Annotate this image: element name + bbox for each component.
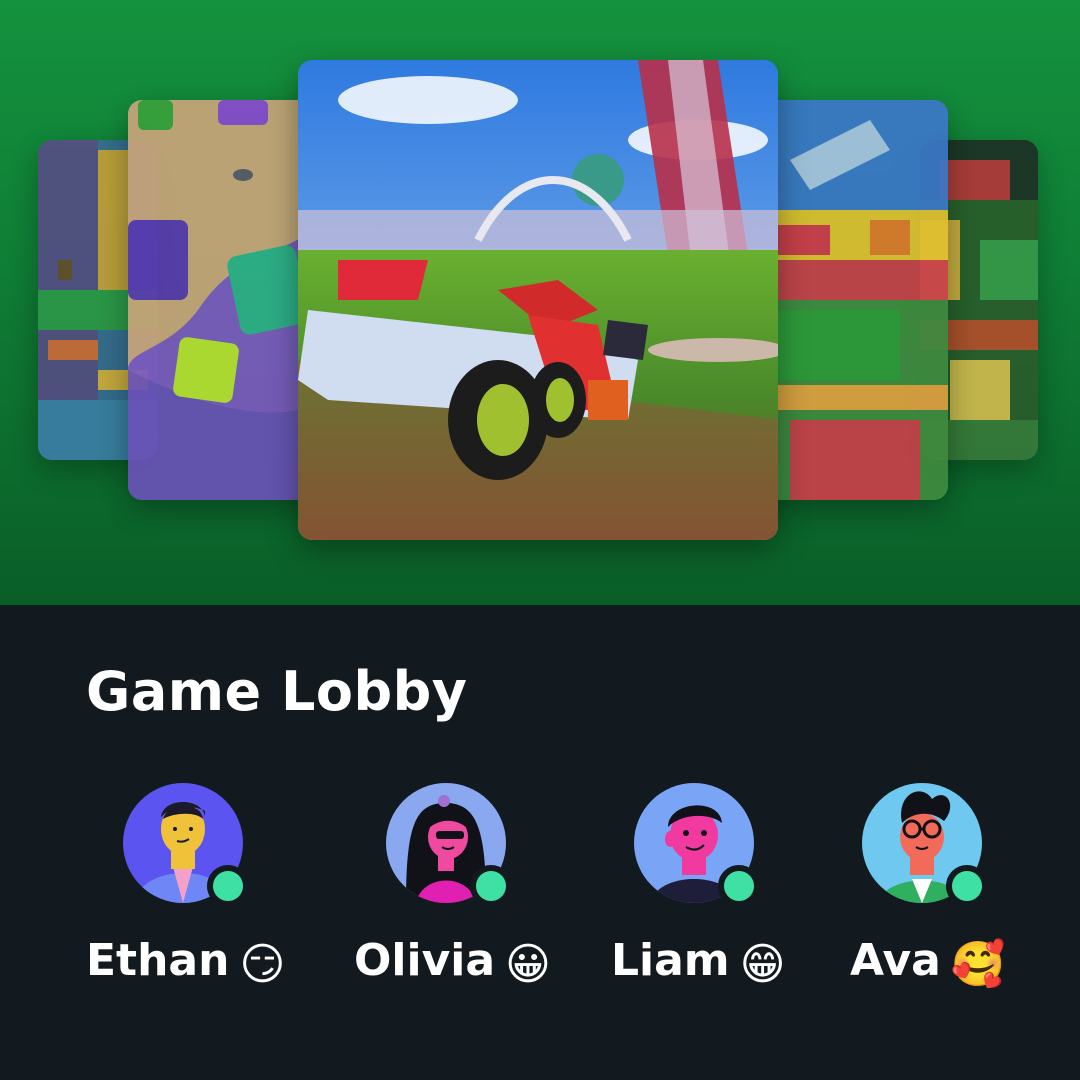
player-card-liam[interactable]: Liam 😁: [611, 783, 874, 1023]
player-avatar-container: [862, 783, 988, 907]
online-status-indicator: [946, 865, 988, 907]
player-emoji: 🥰: [950, 939, 1006, 990]
player-avatar-container: [386, 783, 512, 907]
game-card-brick-plaza[interactable]: [750, 100, 948, 500]
online-status-indicator: [718, 865, 760, 907]
online-status-indicator: [470, 865, 512, 907]
online-status-indicator: [207, 865, 249, 907]
game-card-kart-racer[interactable]: [298, 60, 778, 540]
page-title: Game Lobby: [86, 660, 468, 723]
player-avatar-container: [634, 783, 760, 907]
player-name: Ethan 😏: [86, 935, 286, 990]
player-card-ethan[interactable]: Ethan 😏: [86, 783, 363, 1023]
player-emoji: 😏: [239, 939, 286, 990]
player-avatar-container: [123, 783, 249, 907]
player-card-olivia[interactable]: Olivia 😀: [354, 783, 626, 1023]
player-name: Liam 😁: [611, 935, 786, 990]
player-card-ava[interactable]: Ava 🥰: [850, 783, 1080, 1023]
game-carousel: [0, 0, 1080, 605]
player-emoji: 😁: [739, 939, 786, 990]
player-emoji: 😀: [505, 939, 551, 990]
player-name: Olivia 😀: [354, 935, 551, 990]
player-name: Ava 🥰: [850, 935, 1006, 990]
